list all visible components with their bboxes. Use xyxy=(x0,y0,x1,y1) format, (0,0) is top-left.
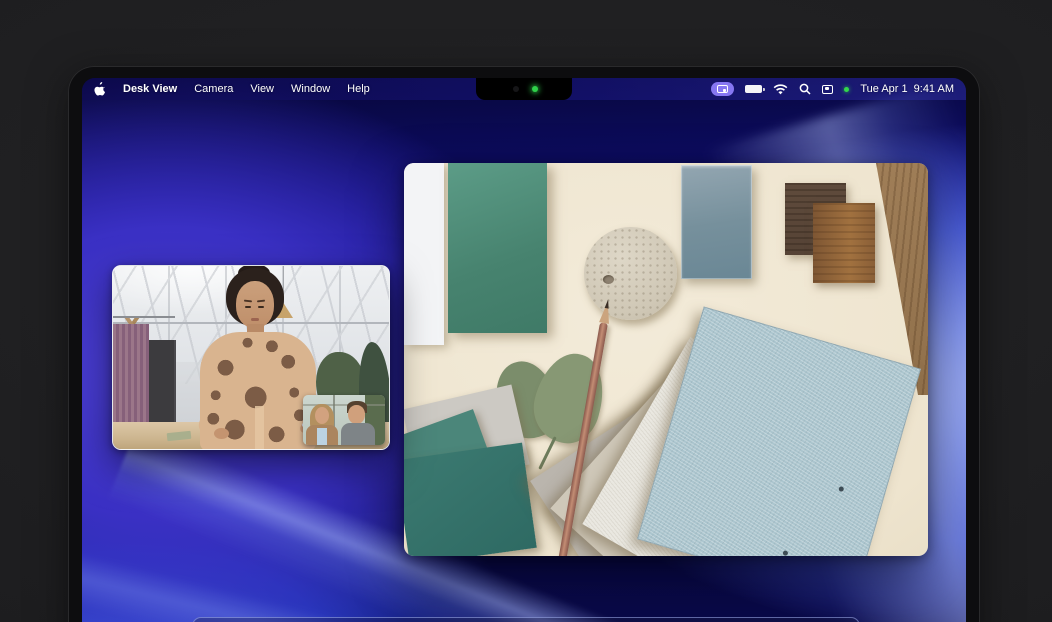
oak-wood-sample xyxy=(813,203,875,283)
menu-help[interactable]: Help xyxy=(347,83,370,95)
teal-paint-chip-dark xyxy=(404,443,537,556)
menu-bar-clock[interactable]: Tue Apr 1 9:41 AM xyxy=(860,83,954,95)
color-chip-sage xyxy=(167,431,192,441)
menu-camera[interactable]: Camera xyxy=(194,83,233,95)
menu-window[interactable]: Window xyxy=(291,83,330,95)
blue-gray-ceramic-tile xyxy=(681,165,752,279)
eye xyxy=(245,306,251,308)
presenter-left-hand xyxy=(214,428,229,439)
apple-menu-icon[interactable] xyxy=(94,82,106,96)
wifi-icon[interactable] xyxy=(773,84,788,95)
menu-bar-status: Tue Apr 1 9:41 AM xyxy=(711,82,954,96)
desk-view-window[interactable] xyxy=(404,163,928,556)
remote-woman-face xyxy=(315,407,329,424)
mouth xyxy=(251,318,259,321)
felt-disc-hole xyxy=(603,275,614,284)
facetime-video-window[interactable] xyxy=(112,265,390,450)
camera-active-indicator xyxy=(844,87,849,92)
remote-man-sweater xyxy=(341,423,375,445)
remote-woman-shirt xyxy=(317,428,327,445)
macbook-display: Desk View Camera View Window Help xyxy=(68,66,980,622)
white-tile xyxy=(404,163,444,345)
eyebrow xyxy=(244,300,252,303)
time-label: 9:41 AM xyxy=(914,83,954,95)
presenter-face xyxy=(236,281,274,328)
eyebrow xyxy=(257,300,265,303)
facetime-camera-icon xyxy=(513,86,519,92)
fabric-snap xyxy=(783,550,789,556)
date-label: Tue Apr 1 xyxy=(860,83,907,95)
screenshot-stage: Desk View Camera View Window Help xyxy=(0,0,1052,622)
spotlight-search-icon[interactable] xyxy=(799,83,811,95)
bottom-window-edge[interactable] xyxy=(192,617,860,622)
screen: Desk View Camera View Window Help xyxy=(82,78,966,622)
fabric-snap xyxy=(838,486,844,492)
green-ceramic-tile xyxy=(448,163,547,333)
presenter-person xyxy=(198,266,318,450)
menu-view[interactable]: View xyxy=(250,83,274,95)
remote-man-face xyxy=(348,405,365,424)
camera-in-use-led xyxy=(532,86,538,92)
pip-remote-participants[interactable] xyxy=(303,395,385,445)
screen-share-glyph xyxy=(717,85,728,93)
battery-icon[interactable] xyxy=(745,85,762,93)
camera-notch xyxy=(476,78,572,100)
menu-app-name[interactable]: Desk View xyxy=(123,83,177,95)
blouse-placket xyxy=(255,406,264,450)
fabric-swatch-blue xyxy=(637,307,921,556)
felt-disc xyxy=(584,227,677,320)
control-center-icon[interactable] xyxy=(822,85,833,94)
menu-bar-left: Desk View Camera View Window Help xyxy=(94,82,370,96)
presenter-overlay-indicator-icon[interactable] xyxy=(711,82,734,96)
eye xyxy=(258,306,264,308)
